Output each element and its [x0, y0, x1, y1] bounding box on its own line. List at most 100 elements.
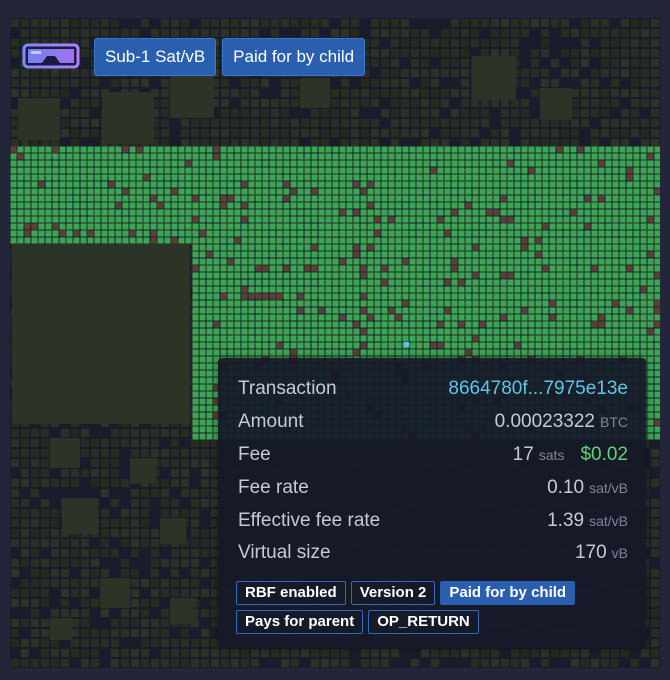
tx-tile [651, 599, 659, 607]
highlighted-tx-tile [388, 216, 395, 223]
tx-tile [421, 139, 429, 147]
tx-tile [231, 109, 239, 117]
tx-tile [151, 559, 159, 567]
tx-tile [411, 659, 419, 667]
highlighted-tx-tile [255, 265, 262, 272]
highlighted-tx-tile [542, 251, 549, 258]
tx-tile [251, 109, 259, 117]
tx-tile [271, 119, 279, 127]
tx-tile [181, 479, 189, 487]
highlighted-tx-tile [353, 153, 360, 160]
tx-tile [11, 19, 19, 27]
highlighted-tx-tile [234, 181, 241, 188]
highlighted-tx-tile [388, 202, 395, 209]
highlighted-tx-tile [311, 181, 318, 188]
highlighted-tx-tile [388, 174, 395, 181]
highlighted-tx-tile [10, 153, 17, 160]
highlighted-tx-tile [402, 216, 409, 223]
highlighted-tx-tile [563, 202, 570, 209]
tx-tile [651, 659, 659, 667]
tx-tile [51, 79, 59, 87]
tx-tile [51, 539, 59, 547]
highlighted-tx-tile [402, 174, 409, 181]
tx-tile [191, 459, 199, 467]
highlighted-tx-tile [444, 174, 451, 181]
highlighted-tx-tile [213, 202, 220, 209]
tx-tile [401, 39, 409, 47]
tx-tile [81, 119, 89, 127]
block-overview-frame: Sub-1 Sat/vB Paid for by child Transacti… [0, 0, 670, 680]
tx-tile [141, 439, 149, 447]
highlighted-tx-tile [626, 174, 633, 181]
highlighted-tx-tile [353, 237, 360, 244]
highlighted-tx-tile [73, 237, 80, 244]
highlighted-tx-tile [108, 223, 115, 230]
highlighted-tx-tile [52, 230, 59, 237]
highlighted-tx-tile [199, 202, 206, 209]
highlighted-tx-tile [185, 237, 192, 244]
highlighted-tx-tile [605, 209, 612, 216]
tx-tile [581, 49, 589, 57]
highlighted-tx-tile [542, 174, 549, 181]
tx-tile [51, 659, 59, 667]
highlighted-tx-tile [241, 258, 248, 265]
tx-tile [91, 639, 99, 647]
tx-tile [521, 19, 529, 27]
highlighted-tx-tile [472, 230, 479, 237]
tx-tile [231, 649, 239, 657]
highlighted-tx-tile [535, 160, 542, 167]
tx-tile [611, 659, 619, 667]
highlighted-tx-tile [472, 160, 479, 167]
tx-tile [201, 19, 209, 27]
highlighted-tx-tile [409, 251, 416, 258]
tx-tile [21, 499, 29, 507]
highlighted-tx-tile [570, 146, 577, 153]
highlighted-tx-tile [143, 223, 150, 230]
highlighted-tx-tile [633, 209, 640, 216]
highlighted-tx-tile [94, 237, 101, 244]
highlighted-tx-tile [549, 181, 556, 188]
highlighted-tx-tile [262, 265, 269, 272]
highlighted-tx-tile [101, 153, 108, 160]
highlighted-tx-tile [563, 251, 570, 258]
tx-tile [461, 649, 469, 657]
tx-tile [61, 589, 69, 597]
tx-tile [351, 89, 359, 97]
tx-tile [201, 609, 209, 617]
highlighted-tx-tile [171, 209, 178, 216]
highlighted-tx-tile [493, 258, 500, 265]
highlighted-tx-tile [640, 223, 647, 230]
tx-tile [441, 39, 449, 47]
highlighted-tx-tile [451, 202, 458, 209]
highlighted-tx-tile [388, 251, 395, 258]
tx-tile [521, 119, 529, 127]
tx-tile [531, 49, 539, 57]
highlighted-tx-tile [500, 174, 507, 181]
highlighted-tx-tile [227, 160, 234, 167]
highlighted-tx-tile [10, 146, 17, 153]
highlighted-tx-tile [381, 258, 388, 265]
highlighted-tx-tile [598, 153, 605, 160]
highlighted-tx-tile [598, 223, 605, 230]
highlighted-tx-tile [276, 174, 283, 181]
tx-tile [491, 29, 499, 37]
tx-tile [571, 69, 579, 77]
highlighted-tx-tile [199, 153, 206, 160]
highlighted-tx-tile [437, 209, 444, 216]
tx-tile [111, 529, 119, 537]
tx-tile [271, 19, 279, 27]
highlighted-tx-tile [290, 202, 297, 209]
highlighted-tx-tile [122, 188, 129, 195]
tx-tile [271, 109, 279, 117]
tx-tile [121, 539, 129, 547]
highlighted-tx-tile [633, 230, 640, 237]
highlighted-tx-tile [157, 216, 164, 223]
tx-tile [41, 449, 49, 457]
highlighted-tx-tile [136, 223, 143, 230]
highlighted-tx-tile [38, 223, 45, 230]
tx-tile [651, 589, 659, 597]
tx-tile [431, 79, 439, 87]
tx-tile [121, 479, 129, 487]
tx-tile [571, 129, 579, 137]
tx-tile [211, 659, 219, 667]
